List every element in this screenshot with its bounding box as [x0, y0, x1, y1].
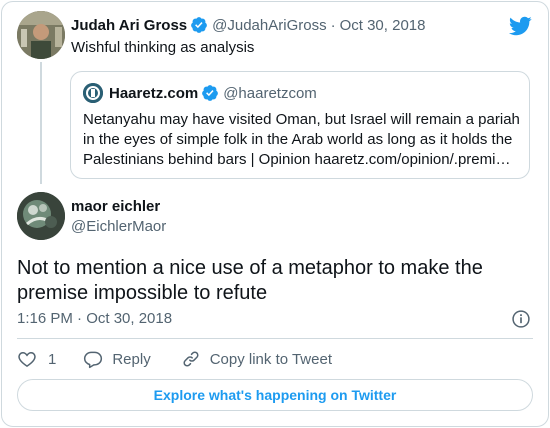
quoted-avatar	[83, 83, 103, 103]
quoted-tweet-header: Haaretz.com @haaretzcom	[83, 83, 317, 103]
quoted-display-name: Haaretz.com	[109, 84, 199, 102]
verified-badge-icon	[191, 17, 208, 33]
separator-dot: ·	[330, 16, 336, 34]
tweet-timestamp-link[interactable]: 1:16 PM · Oct 30, 2018	[17, 310, 172, 327]
parent-avatar[interactable]	[17, 11, 65, 59]
info-icon[interactable]	[511, 309, 531, 329]
main-display-name[interactable]: maor eichler	[71, 198, 160, 215]
like-button[interactable]: 1	[17, 349, 56, 369]
quoted-handle: @haaretzcom	[223, 84, 317, 102]
actions-divider	[17, 338, 533, 339]
reply-button[interactable]: Reply	[83, 349, 151, 369]
like-count: 1	[48, 350, 57, 368]
main-tweet-text: Not to mention a nice use of a metaphor …	[17, 257, 483, 304]
reply-label: Reply	[112, 350, 151, 368]
explore-twitter-button[interactable]: Explore what's happening on Twitter	[17, 379, 533, 411]
parent-tweet-text: Wishful thinking as analysis	[71, 39, 255, 56]
quoted-tweet-text: Netanyahu may have visited Oman, but Isr…	[83, 111, 520, 168]
speech-bubble-icon	[84, 351, 103, 369]
parent-date-link[interactable]: Oct 30, 2018	[340, 17, 426, 34]
thread-connector-line	[40, 62, 42, 184]
quoted-tweet-card[interactable]: Haaretz.com @haaretzcom Netanyahu may ha…	[70, 71, 530, 179]
copy-link-label: Copy link to Tweet	[209, 350, 332, 368]
main-handle[interactable]: @EichlerMaor	[71, 218, 166, 235]
twitter-bird-icon[interactable]	[508, 14, 532, 38]
verified-badge-icon	[202, 85, 219, 101]
parent-handle[interactable]: @JudahAriGross	[212, 17, 326, 34]
link-icon	[183, 351, 199, 367]
tweet-actions-bar: 1 Reply Copy link to Tweet	[17, 347, 332, 371]
main-avatar[interactable]	[17, 192, 65, 240]
parent-tweet-header: Judah Ari Gross @JudahAriGross · Oct 30,…	[71, 15, 425, 35]
parent-display-name[interactable]: Judah Ari Gross	[71, 17, 187, 34]
copy-link-button[interactable]: Copy link to Tweet	[181, 349, 332, 369]
heart-icon	[18, 351, 36, 367]
